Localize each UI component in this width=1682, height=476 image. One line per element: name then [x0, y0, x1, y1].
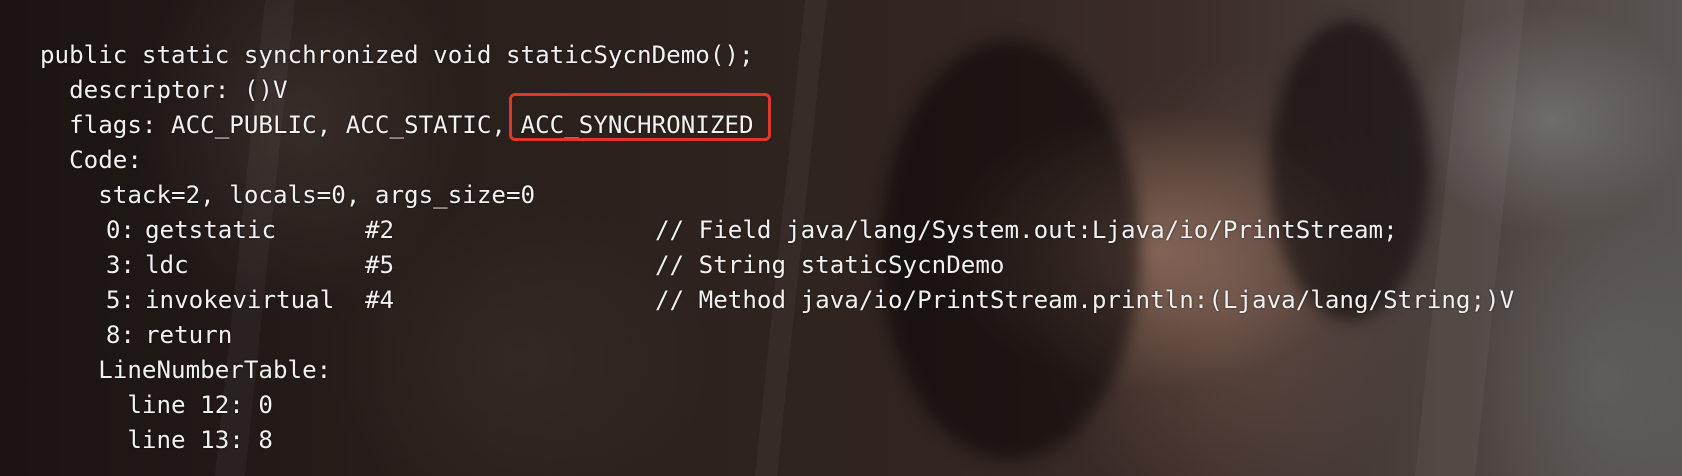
stack-info-line: stack=2, locals=0, args_size=0 — [98, 181, 536, 209]
instruction-comment: // String staticSycnDemo — [655, 251, 1005, 279]
instruction-line: 3: ldc #5 // String staticSycnDemo — [40, 248, 1514, 283]
highlighted-flag: ACC_SYNCHRONIZED — [508, 93, 771, 143]
instruction-opcode: return — [145, 321, 233, 349]
code-label-line: Code: — [69, 146, 142, 174]
method-signature: public static synchronized void staticSy… — [40, 41, 754, 69]
bytecode-listing: public static synchronized void staticSy… — [40, 38, 1514, 458]
instruction-offset: 3: — [105, 251, 135, 279]
instruction-line: 5: invokevirtual #4 // Method java/io/Print… — [40, 283, 1514, 318]
flags-line: flags: ACC_PUBLIC, ACC_STATIC, ACC_SYNCH… — [40, 93, 1514, 143]
flags-prefix: flags: ACC_PUBLIC, ACC_STATIC, — [69, 111, 521, 139]
instruction-line: 0: getstatic #2 // Field java/lang/System.o… — [40, 213, 1514, 248]
instruction-opcode: invokevirtual — [145, 286, 335, 314]
instruction-offset: 0: — [105, 216, 135, 244]
instruction-operand: #4 — [365, 286, 395, 314]
descriptor-line: descriptor: ()V — [69, 76, 288, 104]
line-number-entry: line 12: 0 — [127, 391, 273, 419]
instruction-operand: #2 — [365, 216, 395, 244]
terminal-window: public static synchronized void staticSy… — [0, 0, 1682, 476]
instruction-operand: #5 — [365, 251, 395, 279]
instruction-comment: // Method java/io/PrintStream.println:(L… — [655, 286, 1515, 314]
instruction-offset: 5: — [105, 286, 135, 314]
line-number-table-label: LineNumberTable: — [98, 356, 332, 384]
instruction-opcode: getstatic — [145, 216, 277, 244]
highlight-box — [508, 93, 771, 141]
instruction-offset: 8: — [105, 321, 135, 349]
instruction-opcode: ldc — [145, 251, 189, 279]
instruction-comment: // Field java/lang/System.out:Ljava/io/P… — [655, 216, 1398, 244]
instruction-line: 8: return — [40, 318, 1514, 353]
line-number-entry: line 13: 8 — [127, 426, 273, 454]
